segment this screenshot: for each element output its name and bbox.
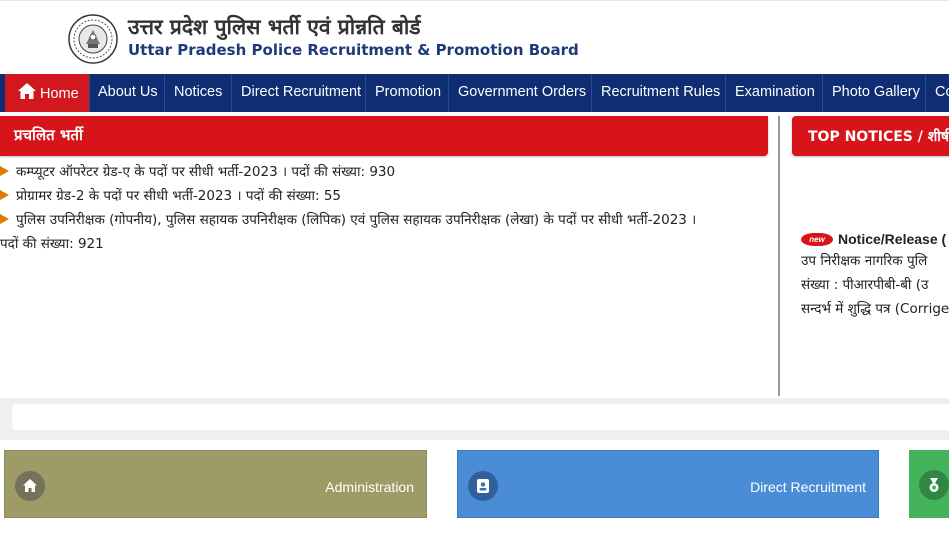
recruitment-item[interactable]: कम्प्यूटर ऑपरेटर ग्रेड-ए के पदों पर सीधी… (0, 162, 395, 180)
recruitment-item-text: प्रोग्रामर ग्रेड-2 के पदों पर सीधी भर्ती… (16, 188, 341, 204)
current-recruitment-header: प्रचलित भर्ती (0, 116, 768, 156)
site-header: उत्तर प्रदेश पुलिस भर्ती एवं प्रोन्नति ब… (0, 0, 949, 74)
notice-line[interactable]: उप निरीक्षक नागरिक पुलि (801, 251, 927, 269)
promotion-card[interactable] (909, 450, 949, 518)
nav-notices[interactable]: Notices (166, 74, 232, 112)
marquee-band (0, 398, 949, 440)
nav-promotion[interactable]: Promotion (367, 74, 449, 112)
medal-icon (919, 470, 949, 500)
home-icon (15, 471, 45, 501)
panel-divider (778, 116, 780, 396)
top-notices-header: TOP NOTICES / शीर्ष स (792, 116, 949, 156)
id-card-icon (468, 471, 498, 501)
direct-recruitment-card[interactable]: Direct Recruitment (457, 450, 879, 518)
up-police-emblem-icon[interactable] (68, 14, 118, 64)
arrow-right-icon (0, 214, 9, 224)
site-title-english: Uttar Pradesh Police Recruitment & Promo… (128, 41, 579, 59)
administration-card[interactable]: Administration (4, 450, 427, 518)
nav-recruitment-rules[interactable]: Recruitment Rules (593, 74, 726, 112)
arrow-right-icon (0, 190, 9, 200)
nav-contact[interactable]: Co (927, 74, 949, 112)
marquee-bar (12, 404, 949, 430)
direct-recruitment-label: Direct Recruitment (750, 479, 866, 495)
main-nav: Home About Us Notices Direct Recruitment… (0, 74, 949, 112)
recruitment-item[interactable]: प्रोग्रामर ग्रेड-2 के पदों पर सीधी भर्ती… (0, 186, 341, 204)
recruitment-item-text: कम्प्यूटर ऑपरेटर ग्रेड-ए के पदों पर सीधी… (16, 164, 396, 180)
new-badge-icon: new (801, 233, 833, 246)
recruitment-item[interactable]: पुलिस उपनिरीक्षक (गोपनीय), पुलिस सहायक उ… (0, 210, 696, 228)
recruitment-item-text: पुलिस उपनिरीक्षक (गोपनीय), पुलिस सहायक उ… (16, 212, 697, 228)
notice-line[interactable]: संख्या : पीआरपीबी-बी (उ (801, 275, 928, 293)
nav-direct-recruitment[interactable]: Direct Recruitment (233, 74, 366, 112)
nav-about-us[interactable]: About Us (90, 74, 165, 112)
nav-home[interactable]: Home (5, 74, 90, 112)
notice-title[interactable]: Notice/Release ( (838, 231, 946, 247)
administration-label: Administration (325, 479, 414, 495)
nav-examination[interactable]: Examination (727, 74, 823, 112)
nav-government-orders[interactable]: Government Orders (450, 74, 592, 112)
nav-home-label: Home (40, 86, 79, 102)
notice-line[interactable]: सन्दर्भ में शुद्धि पत्र (Corrige (801, 299, 949, 317)
current-recruitment-title: प्रचलित भर्ती (14, 126, 83, 144)
recruitment-item-continuation[interactable]: पदों की संख्या: 921 (0, 234, 104, 252)
site-title-hindi: उत्तर प्रदेश पुलिस भर्ती एवं प्रोन्नति ब… (128, 15, 421, 39)
top-notices-title: TOP NOTICES / शीर्ष स (808, 129, 949, 145)
nav-photo-gallery[interactable]: Photo Gallery (824, 74, 926, 112)
arrow-right-icon (0, 166, 9, 176)
home-icon (18, 83, 36, 99)
